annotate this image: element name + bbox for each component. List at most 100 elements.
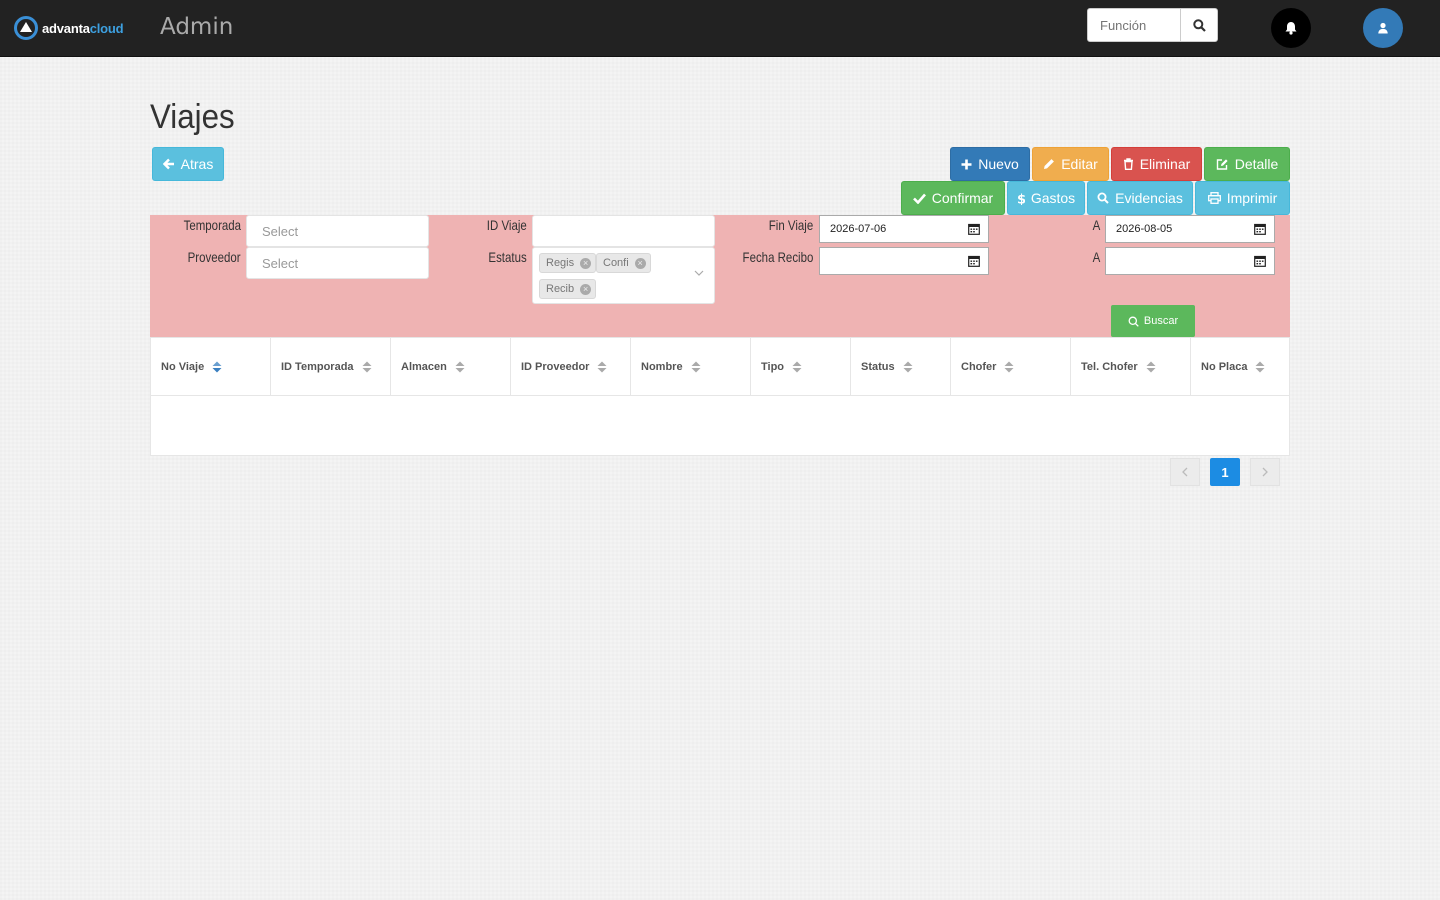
pagination-page[interactable]: 1 xyxy=(1210,458,1240,486)
arrow-left-icon xyxy=(162,158,174,170)
trip-end-to-label: A xyxy=(1092,217,1100,233)
column-header[interactable]: No Viaje xyxy=(151,338,271,396)
notifications-button[interactable] xyxy=(1271,8,1311,48)
column-header[interactable]: Almacen xyxy=(391,338,511,396)
supplier-select-placeholder: Select xyxy=(262,255,299,271)
season-label: Temporada xyxy=(183,217,241,233)
confirm-button[interactable]: Confirmar xyxy=(901,181,1005,215)
check-icon xyxy=(912,193,926,204)
column-header-label: Nombre xyxy=(641,361,683,373)
column-header-label: No Placa xyxy=(1201,361,1248,373)
function-search-input[interactable] xyxy=(1088,9,1180,41)
season-select[interactable]: Select xyxy=(246,215,429,247)
sort-icon xyxy=(455,361,465,373)
plus-icon xyxy=(961,159,972,169)
delete-button-label: Eliminar xyxy=(1139,156,1191,172)
search-button-label: Buscar xyxy=(1143,315,1179,327)
column-header-label: Almacen xyxy=(401,361,447,373)
sort-icon xyxy=(597,361,607,373)
sort-icon xyxy=(362,361,372,373)
new-button-label: Nuevo xyxy=(978,156,1019,172)
pagination-prev[interactable] xyxy=(1170,458,1200,486)
column-header[interactable]: No Placa xyxy=(1191,338,1289,396)
column-header[interactable]: Tipo xyxy=(751,338,851,396)
edit-button[interactable]: Editar xyxy=(1032,147,1109,181)
search-icon xyxy=(1097,192,1109,204)
trip-end-from-date[interactable]: 2026-07-06 xyxy=(819,215,989,243)
column-header-label: Tel. Chofer xyxy=(1081,361,1138,373)
receipt-date-label: Fecha Recibo xyxy=(742,249,813,265)
function-search xyxy=(1087,8,1218,42)
section-title: Admin xyxy=(160,14,234,40)
expenses-button-label: Gastos xyxy=(1030,190,1076,206)
sort-icon xyxy=(792,361,802,373)
column-header[interactable]: Chofer xyxy=(951,338,1071,396)
edit-square-icon xyxy=(1216,159,1228,170)
new-button[interactable]: Nuevo xyxy=(950,147,1030,181)
season-select-placeholder: Select xyxy=(262,223,299,239)
back-button-label: Atras xyxy=(180,156,214,172)
trip-end-to-date[interactable]: 2026-08-05 xyxy=(1105,215,1275,243)
column-header-label: ID Temporada xyxy=(281,361,354,373)
logo-text: advantacloud xyxy=(42,20,124,36)
remove-tag-icon[interactable]: × xyxy=(580,257,592,269)
supplier-select[interactable]: Select xyxy=(246,247,429,279)
remove-tag-icon[interactable]: × xyxy=(634,257,646,269)
sort-icon xyxy=(212,361,222,373)
trips-table: No Viaje ID Temporada Almacen ID Proveedor N… xyxy=(150,337,1290,456)
receipt-to-date[interactable] xyxy=(1105,247,1275,275)
back-button[interactable]: Atras xyxy=(152,147,224,181)
column-header[interactable]: Status xyxy=(851,338,951,396)
expenses-button[interactable]: $ Gastos xyxy=(1007,181,1085,215)
calendar-icon xyxy=(968,223,980,235)
receipt-from-date[interactable] xyxy=(819,247,989,275)
column-header-label: Chofer xyxy=(961,361,997,373)
pagination-next[interactable] xyxy=(1250,458,1280,486)
dollar-icon: $ xyxy=(1017,192,1025,205)
user-menu-button[interactable] xyxy=(1363,8,1403,48)
column-header[interactable]: ID Proveedor xyxy=(511,338,631,396)
status-tag-label: Confi xyxy=(603,257,629,269)
search-button[interactable] xyxy=(1180,9,1217,41)
evidence-button[interactable]: Evidencias xyxy=(1087,181,1193,215)
top-navbar: advantacloud Admin xyxy=(0,0,1440,57)
print-button[interactable]: Imprimir xyxy=(1195,181,1290,215)
search-icon xyxy=(1128,316,1139,327)
status-tag: Regis × xyxy=(539,253,597,273)
calendar-icon xyxy=(1254,223,1266,235)
trip-end-to-value: 2026-08-05 xyxy=(1116,223,1173,235)
column-header[interactable]: Tel. Chofer xyxy=(1071,338,1191,396)
sort-icon xyxy=(1255,361,1265,373)
sort-icon xyxy=(1004,361,1014,373)
trip-end-label: Fin Viaje xyxy=(768,217,813,233)
column-header[interactable]: ID Temporada xyxy=(271,338,391,396)
delete-button[interactable]: Eliminar xyxy=(1111,147,1202,181)
remove-tag-icon[interactable]: × xyxy=(580,283,592,295)
svg-text:$: $ xyxy=(1017,192,1025,205)
trip-end-from-value: 2026-07-06 xyxy=(830,223,887,235)
search-button[interactable]: Buscar xyxy=(1111,305,1195,337)
app-logo[interactable]: advantacloud xyxy=(14,16,124,40)
chevron-left-icon xyxy=(1182,467,1188,477)
sort-icon xyxy=(1146,361,1156,373)
trip-id-label: ID Viaje xyxy=(486,217,527,233)
user-icon xyxy=(1378,22,1388,34)
pencil-icon xyxy=(1044,159,1055,169)
column-header-label: ID Proveedor xyxy=(521,361,590,373)
status-label: Estatus xyxy=(488,249,527,265)
column-header[interactable]: Nombre xyxy=(631,338,751,396)
detail-button[interactable]: Detalle xyxy=(1204,147,1290,181)
print-button-label: Imprimir xyxy=(1226,190,1278,206)
edit-button-label: Editar xyxy=(1061,156,1098,172)
trip-id-input[interactable] xyxy=(532,215,715,247)
printer-icon xyxy=(1207,192,1221,204)
sort-icon xyxy=(903,361,913,373)
status-tag-label: Regis xyxy=(546,257,575,269)
column-header-label: Status xyxy=(861,361,895,373)
status-multiselect[interactable]: Regis × Confi × Recib × xyxy=(532,247,715,304)
table-header: No Viaje ID Temporada Almacen ID Proveedor N… xyxy=(151,338,1289,396)
detail-button-label: Detalle xyxy=(1234,156,1279,172)
search-icon xyxy=(1192,18,1206,32)
chevron-right-icon xyxy=(1262,467,1268,477)
status-tag: Recib × xyxy=(539,279,597,299)
